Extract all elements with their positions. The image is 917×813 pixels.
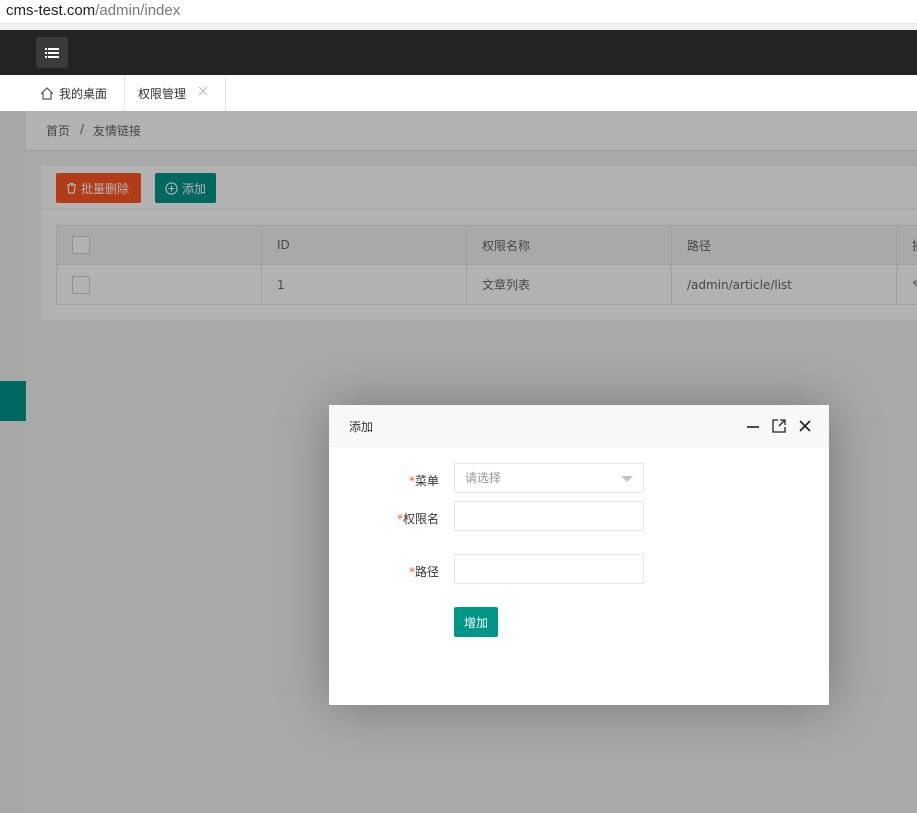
submit-button[interactable]: 增加 <box>454 607 498 637</box>
url-text[interactable]: cms-test.com/admin/index <box>6 2 180 19</box>
path-input[interactable] <box>454 554 644 584</box>
url-host: cms-test.com <box>6 2 96 19</box>
home-icon <box>40 86 54 100</box>
menu-field-label: *菜单 <box>409 472 439 489</box>
close-icon[interactable] <box>197 85 209 97</box>
add-permission-dialog: 添加 *菜单 请选择 *权限名 *路径 增加 <box>329 405 829 705</box>
tab-desktop[interactable]: 我的桌面 <box>40 75 107 111</box>
tab-bar: 我的桌面 权限管理 <box>0 75 917 111</box>
path-label-text: 路径 <box>414 565 439 579</box>
menu-select[interactable]: 请选择 <box>454 463 644 493</box>
minimize-icon[interactable] <box>746 419 760 433</box>
dropdown-caret-icon <box>621 476 633 482</box>
admin-header <box>0 30 917 75</box>
form-row-permission-name: *权限名 <box>329 501 829 531</box>
tab-desktop-label: 我的桌面 <box>59 86 108 101</box>
tab-permission-label: 权限管理 <box>138 86 187 101</box>
path-field-label: *路径 <box>409 563 439 580</box>
maximize-icon[interactable] <box>772 419 786 433</box>
url-path: /admin/index <box>95 2 181 19</box>
menu-toggle-button[interactable] <box>36 37 68 68</box>
tab-permission-management[interactable]: 权限管理 <box>124 75 226 111</box>
dialog-title: 添加 <box>349 420 374 434</box>
hamburger-icon <box>45 47 59 58</box>
menu-select-placeholder: 请选择 <box>465 471 502 485</box>
form-row-path: *路径 <box>329 554 829 584</box>
permission-name-field-label: *权限名 <box>397 510 439 527</box>
dialog-body: *菜单 请选择 *权限名 *路径 增加 <box>329 448 829 705</box>
permission-name-label-text: 权限名 <box>402 512 439 526</box>
close-icon[interactable] <box>798 419 812 433</box>
permission-name-input[interactable] <box>454 501 644 531</box>
form-row-menu: *菜单 请选择 <box>329 463 829 493</box>
browser-address-bar[interactable]: cms-test.com/admin/index <box>0 0 917 24</box>
dialog-header[interactable]: 添加 <box>329 405 829 447</box>
menu-label-text: 菜单 <box>414 474 439 488</box>
